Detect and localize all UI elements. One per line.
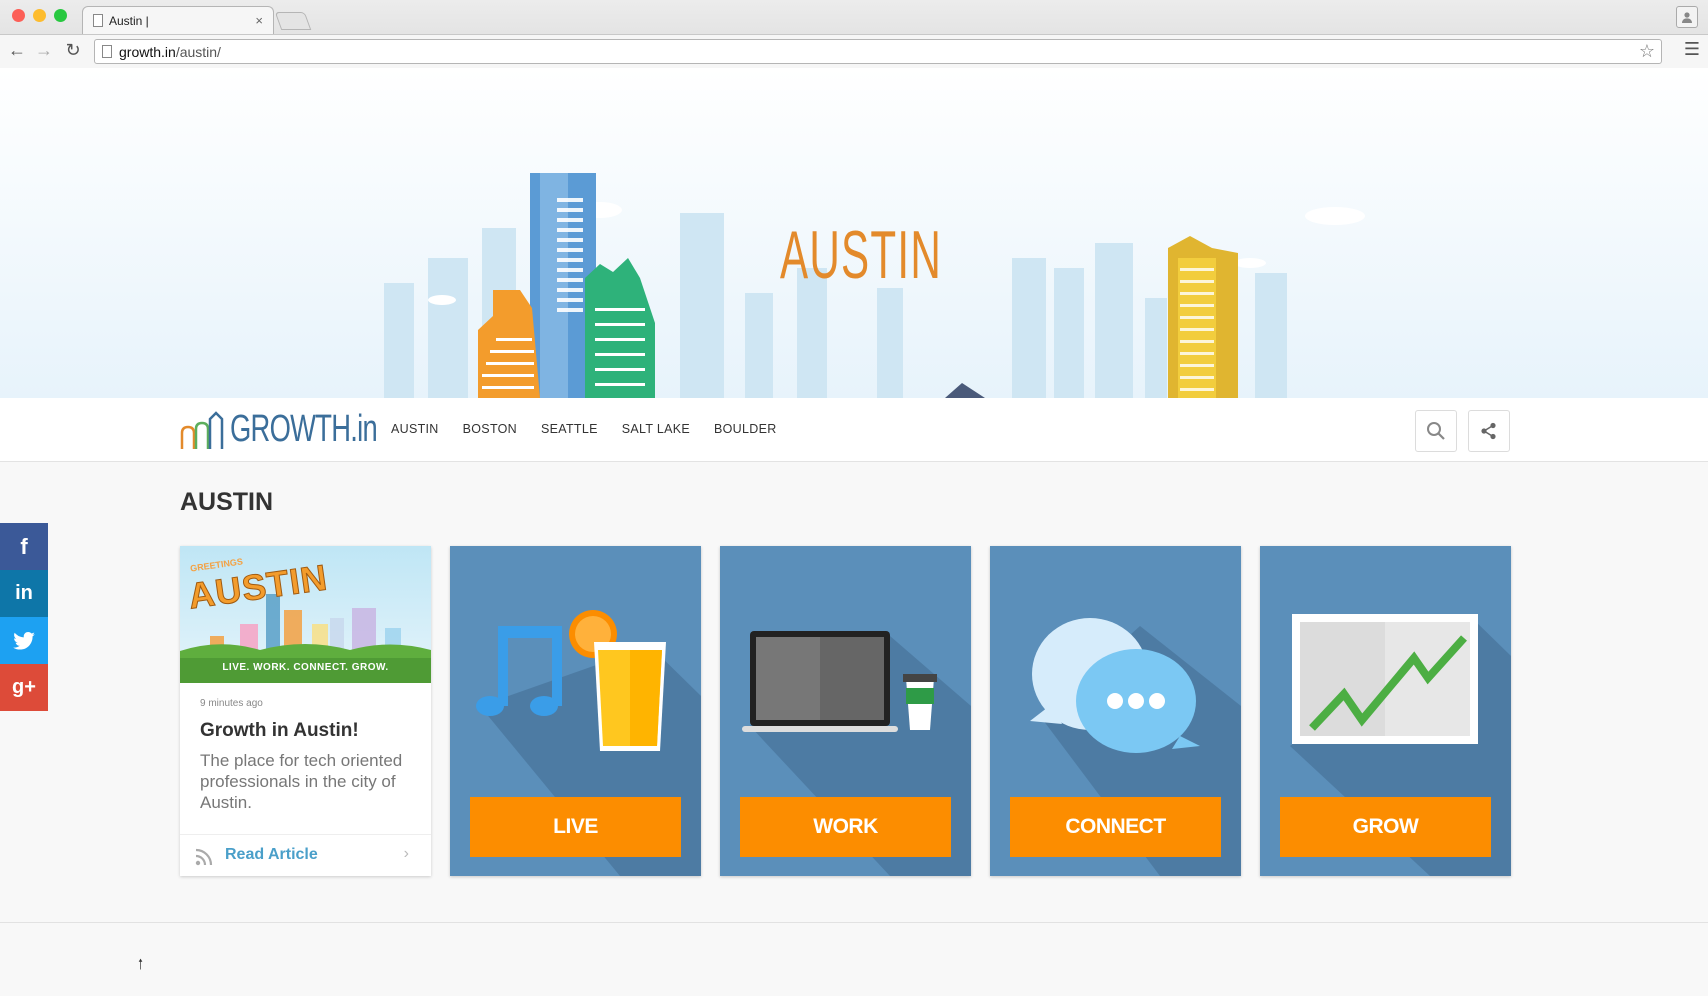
browser-chrome: Austin | × ← → ↻ growth.in/austin/ ☆ ☰ xyxy=(0,0,1708,68)
close-window-button[interactable] xyxy=(12,9,25,22)
grow-button[interactable]: GROW xyxy=(1280,797,1491,857)
reload-icon[interactable]: ↻ xyxy=(62,40,84,61)
bookmark-star-icon[interactable]: ☆ xyxy=(1639,41,1655,62)
city-nav: AUSTIN BOSTON SEATTLE SALT LAKE BOULDER xyxy=(391,422,777,436)
main-content: AUSTIN GREETINGS AUSTIN LIVE. WORK. CONN… xyxy=(0,462,1708,996)
nav-link-boston[interactable]: BOSTON xyxy=(463,422,517,436)
live-button[interactable]: LIVE xyxy=(470,797,681,857)
site-navbar: GROWTH.in AUSTIN BOSTON SEATTLE SALT LAK… xyxy=(0,398,1708,462)
tile-connect[interactable]: CONNECT xyxy=(990,546,1241,876)
logo-mark-icon xyxy=(180,411,224,449)
nav-link-seattle[interactable]: SEATTLE xyxy=(541,422,598,436)
browser-tab[interactable]: Austin | × xyxy=(82,6,274,34)
article-timestamp: 9 minutes ago xyxy=(200,698,263,709)
social-sidebar: f in g+ xyxy=(0,523,48,711)
tile-live[interactable]: LIVE xyxy=(450,546,701,876)
tab-close-icon[interactable]: × xyxy=(255,13,263,28)
nav-link-salt-lake[interactable]: SALT LAKE xyxy=(622,422,690,436)
work-button[interactable]: WORK xyxy=(740,797,951,857)
search-icon xyxy=(1427,422,1445,440)
minimize-window-button[interactable] xyxy=(33,9,46,22)
connect-button[interactable]: CONNECT xyxy=(1010,797,1221,857)
article-card[interactable]: GREETINGS AUSTIN LIVE. WORK. CONNECT. GR… xyxy=(180,546,431,876)
back-to-top-icon[interactable]: 🠑 xyxy=(138,954,143,978)
tile-work[interactable]: WORK xyxy=(720,546,971,876)
hero-title: AUSTIN xyxy=(780,217,943,293)
nav-link-boulder[interactable]: BOULDER xyxy=(714,422,777,436)
address-bar[interactable]: growth.in/austin/ ☆ xyxy=(94,39,1662,64)
profile-icon[interactable] xyxy=(1676,6,1698,28)
twitter-icon[interactable] xyxy=(0,617,48,664)
article-footer: Read Article › xyxy=(180,834,431,876)
maximize-window-button[interactable] xyxy=(54,9,67,22)
thumbnail-banner: LIVE. WORK. CONNECT. GROW. xyxy=(222,662,389,673)
google-plus-icon[interactable]: g+ xyxy=(0,664,48,711)
article-thumbnail[interactable]: GREETINGS AUSTIN LIVE. WORK. CONNECT. GR… xyxy=(180,546,431,683)
url-path: /austin/ xyxy=(175,43,221,60)
article-title[interactable]: Growth in Austin! xyxy=(200,720,359,742)
page-icon xyxy=(93,14,103,27)
read-article-link[interactable]: Read Article xyxy=(225,846,318,864)
back-icon[interactable]: ← xyxy=(6,40,28,61)
chevron-right-icon[interactable]: › xyxy=(404,845,409,863)
share-button[interactable] xyxy=(1468,410,1510,452)
new-tab-button[interactable] xyxy=(274,12,312,30)
nav-link-austin[interactable]: AUSTIN xyxy=(391,422,439,436)
page-icon xyxy=(102,45,112,58)
search-button[interactable] xyxy=(1415,410,1457,452)
page-title: AUSTIN xyxy=(180,488,274,516)
url-host: growth.in xyxy=(119,43,176,60)
tile-grow[interactable]: GROW xyxy=(1260,546,1511,876)
share-icon xyxy=(1481,422,1496,440)
window-controls xyxy=(12,9,67,22)
rss-icon xyxy=(195,848,213,866)
footer-divider xyxy=(0,922,1708,923)
forward-icon[interactable]: → xyxy=(33,40,55,61)
facebook-icon[interactable]: f xyxy=(0,523,48,570)
menu-icon[interactable]: ☰ xyxy=(1684,39,1700,60)
tab-title: Austin | xyxy=(109,13,149,28)
hero-banner: AUSTIN xyxy=(0,68,1708,398)
article-excerpt: The place for tech oriented professional… xyxy=(200,751,403,812)
linkedin-icon[interactable]: in xyxy=(0,570,48,617)
logo-text: GROWTH.in xyxy=(230,408,378,450)
browser-toolbar: ← → ↻ growth.in/austin/ ☆ ☰ xyxy=(0,34,1708,68)
